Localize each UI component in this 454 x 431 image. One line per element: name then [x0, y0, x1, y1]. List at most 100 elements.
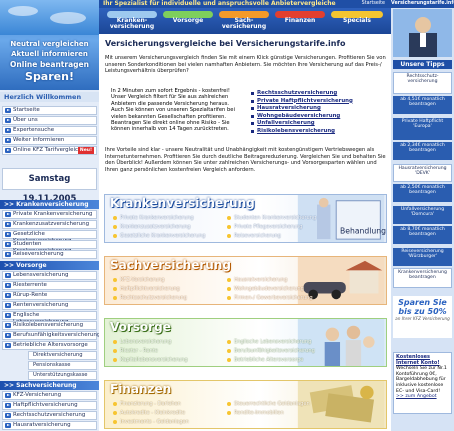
sidebar-subitem[interactable]: Direktversicherung [28, 351, 97, 360]
category-card-sachversicherung[interactable]: Sachversicherung KFZ-Versicherung Haftpf… [104, 256, 387, 305]
arrow-icon [5, 313, 11, 318]
sidebar-item[interactable]: Private Krankenversicherung [2, 210, 97, 219]
arrow-icon [5, 293, 11, 298]
banner-line-1: Neutral vergleichen [10, 40, 89, 48]
banner-line-4: Sparen! [25, 70, 74, 83]
card-title: Krankenversicherung [110, 196, 255, 210]
sidebar-item-startseite[interactable]: Startseite [2, 106, 97, 115]
sidebar-item[interactable]: Rürup-Rente [2, 291, 97, 300]
sidebar-item[interactable]: Krankenzusatzversicherung [2, 220, 97, 229]
quick-link[interactable]: Wohngebäudeversicherung [251, 113, 385, 121]
nav-tab-specials[interactable]: Specials [331, 11, 383, 31]
tip-price[interactable]: ab 4,51€ monatlich beantragen [393, 96, 452, 114]
sidebar-section-vorsorge[interactable]: >> Vorsorge [0, 261, 99, 270]
nav-tab-finanzen[interactable]: Finanzen [275, 11, 325, 31]
kfz-savings-ad[interactable]: Sparen Sie bis zu 50% an Ihrer KFZ Versi… [393, 296, 452, 338]
sidebar-item[interactable]: Hausratversicherung [2, 421, 97, 430]
card-link[interactable]: Riester - Rente [113, 348, 158, 354]
arrow-icon [5, 128, 11, 133]
card-link[interactable]: Gesetzliche Krankenversicherung [113, 233, 205, 239]
arrow-icon [5, 343, 11, 348]
card-link[interactable]: Steuerrechtliche Geldanlagen [227, 401, 310, 407]
tips-heading: Unsere Tipps [393, 60, 452, 69]
tip-price[interactable]: ab 2,34€ monatlich beantragen [393, 142, 452, 160]
tip-rechtsschutz[interactable]: Rechtsschutz-versicherung [393, 72, 452, 94]
intro-text: Mit unserem Versicherungsvergleich finde… [105, 55, 386, 75]
category-card-finanzen[interactable]: Finanzen Finanzierung - Darlehen Autokre… [104, 380, 387, 429]
card-link[interactable]: Autokredite - Kleinkredite [113, 410, 185, 416]
nav-tab-sachversicherung[interactable]: Sach- versicherung [219, 11, 269, 31]
tip-hausrat[interactable]: Hausratversicherung 'DEVK' [393, 164, 452, 182]
card-link[interactable]: Hausratversicherung [227, 277, 287, 283]
card-link[interactable]: Rendite-Immobilien [227, 410, 284, 416]
sidebar-item[interactable]: Betriebliche Altersvorsorge [2, 341, 97, 350]
card-link[interactable]: Studenten Krankenversicherung [227, 215, 316, 221]
sidebar-item-expertensuche[interactable]: Expertensuche [2, 126, 97, 135]
startseite-link[interactable]: Startseite [362, 0, 385, 8]
card-link[interactable]: Finanzierung - Darlehen [113, 401, 181, 407]
tip-haftpflicht[interactable]: Private Haftpflicht 'Europa' [393, 118, 452, 140]
sidebar-item[interactable]: Haftpflichtversicherung [2, 401, 97, 410]
arrow-icon [5, 283, 11, 288]
sidebar-item[interactable]: Gesetzliche Krankenversicherung [2, 230, 97, 244]
sidebar-item[interactable]: Lebensversicherung [2, 271, 97, 280]
quick-link[interactable]: Hausratversicherung [251, 105, 385, 113]
card-link[interactable]: Betriebliche Altersvorsorge [227, 357, 303, 363]
sidebar-item[interactable]: KFZ-Versicherung [2, 391, 97, 400]
sidebar-item-weiter-informieren[interactable]: Weiter informieren [2, 136, 97, 145]
quick-link[interactable]: Rechtsschutzversicherung [251, 90, 385, 98]
tip-kranken[interactable]: Krankenversicherung beantragen [393, 268, 452, 288]
tip-price[interactable]: ab 2,50€ monatlich beantragen [393, 184, 452, 202]
card-link[interactable]: Lebensversicherung [113, 339, 171, 345]
page-title: Versicherungsvergleiche bei Versicherung… [105, 39, 346, 48]
card-link[interactable]: Haftpflichtversicherung [113, 286, 180, 292]
sidebar-subitem[interactable]: Pensionskasse [28, 361, 97, 370]
nav-tab-vorsorge[interactable]: Vorsorge [163, 11, 213, 31]
left-sidebar: Neutral vergleichen Aktuell informieren … [0, 0, 100, 431]
sidebar-item[interactable]: Studenten Krankenversicherung [2, 240, 97, 254]
card-link[interactable]: Reiseversicherung [227, 233, 281, 239]
category-card-vorsorge[interactable]: Vorsorge Lebensversicherung Riester - Re… [104, 318, 387, 367]
arrow-icon [5, 138, 11, 143]
sidebar-item[interactable]: Reiseversicherung [2, 250, 97, 259]
card-link[interactable]: Private Krankenversicherung [113, 215, 194, 221]
tip-unfall[interactable]: Unfallversicherung 'Domcura' [393, 206, 452, 224]
quick-link[interactable]: Unfallversicherung [251, 120, 385, 128]
sidebar-item[interactable]: Risikolebensversicherung [2, 321, 97, 330]
inet-heading[interactable]: Kostenloses Internet Konto! [396, 354, 449, 366]
new-badge: Neu! [77, 147, 94, 154]
card-link[interactable]: KFZ-Versicherung [113, 277, 165, 283]
arrow-icon [5, 212, 11, 217]
tip-reise[interactable]: Reiseversicherung 'Würzburger' [393, 248, 452, 266]
quick-link[interactable]: Private Haftpflichtversicherung [251, 98, 385, 106]
card-link[interactable]: Investments - Geldanlagen [113, 419, 189, 425]
card-link[interactable]: Kapitallebensversicherung [113, 357, 188, 363]
sidebar-subitem[interactable]: Unterstützungskasse [28, 371, 97, 380]
card-link[interactable]: Krankenzusatzversicherung [113, 224, 191, 230]
card-link[interactable]: Wohngebäudeversicherung [227, 286, 304, 292]
quick-links: Rechtsschutzversicherung Private Haftpfl… [251, 90, 385, 136]
sidebar-item-ueber-uns[interactable]: Über uns [2, 116, 97, 125]
card-link[interactable]: Berufsunfähigkeitsversicherung [227, 348, 315, 354]
sidebar-item[interactable]: Riesterrente [2, 281, 97, 290]
category-card-krankenversicherung[interactable]: Behandlung Krankenversicherung Private K… [104, 194, 387, 243]
card-link[interactable]: Englische Lebensversicherung [227, 339, 311, 345]
tip-price[interactable]: ab 8,70€ monatlich beantragen [393, 226, 452, 244]
card-link[interactable]: Rechtsschutzversicherung [113, 295, 187, 301]
sidebar-section-sachversicherung[interactable]: >> Sachversicherung [0, 381, 99, 390]
sidebar-item[interactable]: Rechtsschutzversicherung [2, 411, 97, 420]
quick-link[interactable]: Risikolebensversicherung [251, 128, 385, 136]
card-title: Sachversicherung [110, 258, 231, 272]
arrow-icon [5, 273, 11, 278]
arrow-icon [5, 118, 11, 123]
inet-link[interactable]: >> zum Angebot [396, 394, 449, 400]
nav-tab-krankenversicherung[interactable]: Kranken- versicherung [107, 11, 157, 31]
sidebar-section-krankenversicherung[interactable]: >> Krankenversicherung [0, 200, 99, 209]
sidebar-item-kfz-tarifvergleich[interactable]: Online KFZ Tarifvergleich Neu! [2, 146, 97, 155]
card-link[interactable]: Firmen-/ Gewerbeversicherung [227, 295, 313, 301]
sidebar-item[interactable]: Englische Lebensversicherung [2, 311, 97, 325]
sidebar-item[interactable]: Berufsunfähigkeitsversicherung [2, 331, 100, 340]
sidebar-item[interactable]: Rentenversicherung [2, 301, 97, 310]
advisor-photo [393, 9, 452, 57]
card-link[interactable]: Private Pflegeversicherung [227, 224, 302, 230]
